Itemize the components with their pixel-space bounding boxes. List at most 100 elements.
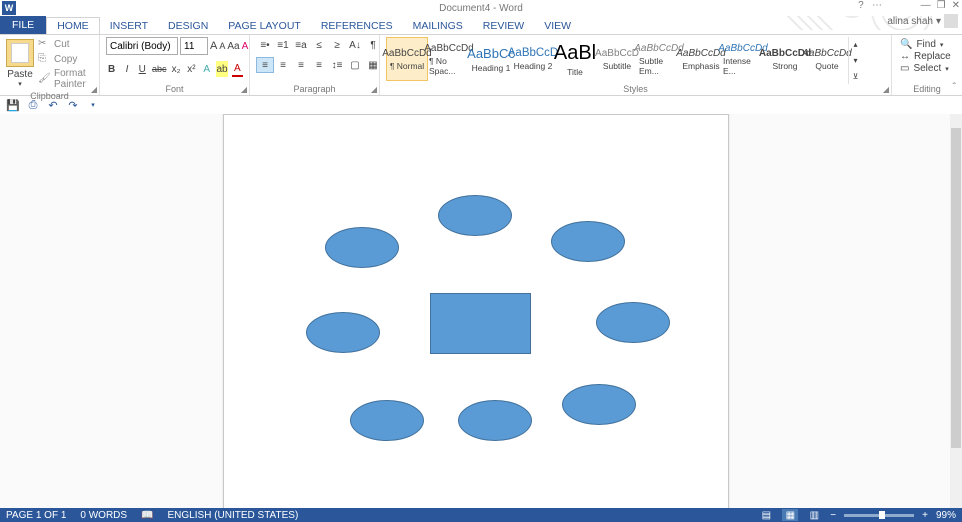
style-card-strong[interactable]: AaBbCcDdStrong — [764, 37, 806, 81]
select-dropdown-icon: ▾ — [945, 65, 949, 73]
align-center-button[interactable]: ≡ — [274, 57, 292, 73]
style-card-subtle-em---[interactable]: AaBbCcDdSubtle Em... — [638, 37, 680, 81]
web-layout-button[interactable]: ▥ — [806, 509, 822, 521]
copy-button[interactable]: ⎘Copy — [36, 52, 93, 66]
paragraph-dialog-launcher[interactable]: ◢ — [371, 85, 377, 94]
styles-dialog-launcher[interactable]: ◢ — [883, 85, 889, 94]
select-button[interactable]: ▭Select▾ — [898, 63, 951, 74]
justify-button[interactable]: ≡ — [310, 57, 328, 73]
multilevel-button[interactable]: ≡a — [292, 37, 310, 53]
styles-expand[interactable]: ⊻ — [849, 68, 862, 84]
subscript-button[interactable]: x₂ — [170, 61, 181, 77]
zoom-in-button[interactable]: + — [922, 510, 928, 521]
numbering-button[interactable]: ≡1 — [274, 37, 292, 53]
style-sample: AaBl — [554, 42, 596, 65]
spell-check-icon[interactable]: 📖 — [141, 510, 153, 521]
shape-ellipse-4[interactable] — [562, 384, 636, 425]
shape-rectangle[interactable] — [430, 293, 531, 354]
superscript-button[interactable]: x² — [186, 61, 197, 77]
style-card-heading-2[interactable]: AaBbCcDHeading 2 — [512, 37, 554, 81]
line-spacing-button[interactable]: ↕≡ — [328, 57, 346, 73]
read-mode-button[interactable]: ▤ — [758, 509, 774, 521]
zoom-out-button[interactable]: − — [830, 510, 836, 521]
shape-ellipse-6[interactable] — [350, 400, 424, 441]
grow-font-button[interactable]: A — [210, 38, 217, 54]
scrollbar-thumb[interactable] — [951, 128, 961, 448]
ribbon-display-options[interactable]: ⋯ — [872, 0, 882, 11]
user-account[interactable]: alina shah ▾ — [887, 14, 958, 28]
help-icon[interactable]: ? — [858, 0, 864, 11]
tab-view[interactable]: VIEW — [534, 18, 581, 34]
tab-file[interactable]: FILE — [0, 16, 46, 34]
shape-ellipse-7[interactable] — [306, 312, 380, 353]
group-editing: 🔍Find▾ ↔Replace ▭Select▾ Editing — [892, 35, 962, 95]
text-effects-button[interactable]: A — [201, 61, 212, 77]
quick-access-toolbar: 💾 ⎙ ↶ ↷ ▾ — [0, 96, 962, 114]
style-card-title[interactable]: AaBlTitle — [554, 37, 596, 81]
increase-indent-button[interactable]: ≥ — [328, 37, 346, 53]
styles-row-up[interactable]: ▴ — [849, 37, 862, 53]
underline-button[interactable]: U — [137, 61, 148, 77]
restore-button[interactable]: ❐ — [937, 0, 946, 11]
page[interactable] — [223, 114, 729, 508]
tab-insert[interactable]: INSERT — [100, 18, 158, 34]
shape-ellipse-5[interactable] — [458, 400, 532, 441]
clear-format-button[interactable]: A — [242, 38, 249, 54]
align-left-button[interactable]: ≡ — [256, 57, 274, 73]
format-painter-button[interactable]: 🖌Format Painter — [36, 67, 93, 91]
style-card-intense-e---[interactable]: AaBbCcDdIntense E... — [722, 37, 764, 81]
minimize-button[interactable]: — — [921, 0, 931, 11]
zoom-level[interactable]: 99% — [936, 510, 956, 521]
sort-button[interactable]: A↓ — [346, 37, 364, 53]
tab-review[interactable]: REVIEW — [473, 18, 534, 34]
style-card-quote[interactable]: AaBbCcDdQuote — [806, 37, 848, 81]
avatar — [944, 14, 958, 28]
decrease-indent-button[interactable]: ≤ — [310, 37, 328, 53]
zoom-slider[interactable] — [844, 514, 914, 517]
strike-button[interactable]: abc — [152, 61, 167, 77]
ribbon-tabs: FILE HOME INSERT DESIGN PAGE LAYOUT REFE… — [0, 16, 962, 34]
bullets-button[interactable]: ≡• — [256, 37, 274, 53]
collapse-ribbon-button[interactable]: ˆ — [953, 82, 956, 93]
tab-home[interactable]: HOME — [46, 17, 100, 34]
replace-icon: ↔ — [900, 51, 910, 62]
change-case-button[interactable]: Aa — [227, 38, 239, 54]
tab-page-layout[interactable]: PAGE LAYOUT — [218, 18, 311, 34]
italic-button[interactable]: I — [121, 61, 132, 77]
font-color-button[interactable]: A — [232, 61, 243, 77]
shape-ellipse-8[interactable] — [325, 227, 399, 268]
style-card---no-spac---[interactable]: AaBbCcDd¶ No Spac... — [428, 37, 470, 81]
font-dialog-launcher[interactable]: ◢ — [241, 85, 247, 94]
style-card-heading-1[interactable]: AaBbCcHeading 1 — [470, 37, 512, 81]
shading-button[interactable]: ▢ — [346, 57, 364, 73]
vertical-scrollbar[interactable] — [950, 114, 962, 508]
style-card-emphasis[interactable]: AaBbCcDdEmphasis — [680, 37, 722, 81]
highlight-button[interactable]: ab — [216, 61, 227, 77]
word-count[interactable]: 0 WORDS — [80, 510, 127, 521]
language-indicator[interactable]: ENGLISH (UNITED STATES) — [168, 510, 299, 521]
shape-ellipse-2[interactable] — [551, 221, 625, 262]
zoom-thumb[interactable] — [879, 511, 885, 519]
clipboard-dialog-launcher[interactable]: ◢ — [91, 85, 97, 94]
font-size-input[interactable] — [180, 37, 208, 55]
shape-ellipse-1[interactable] — [438, 195, 512, 236]
shape-ellipse-3[interactable] — [596, 302, 670, 343]
tab-mailings[interactable]: MAILINGS — [403, 18, 473, 34]
cut-button[interactable]: ✂Cut — [36, 37, 93, 51]
bold-button[interactable]: B — [106, 61, 117, 77]
style-card---normal[interactable]: AaBbCcDd¶ Normal — [386, 37, 428, 81]
replace-button[interactable]: ↔Replace — [898, 51, 953, 62]
scissors-icon: ✂ — [38, 38, 50, 50]
styles-row-down[interactable]: ▾ — [849, 53, 862, 69]
style-card-subtitle[interactable]: AaBbCcDSubtitle — [596, 37, 638, 81]
print-layout-button[interactable]: ▦ — [782, 509, 798, 521]
paste-button[interactable]: Paste ▾ — [6, 37, 34, 88]
tab-references[interactable]: REFERENCES — [311, 18, 403, 34]
page-indicator[interactable]: PAGE 1 OF 1 — [6, 510, 66, 521]
close-button[interactable]: ✕ — [952, 0, 960, 11]
align-right-button[interactable]: ≡ — [292, 57, 310, 73]
find-button[interactable]: 🔍Find▾ — [898, 39, 945, 50]
shrink-font-button[interactable]: A — [219, 38, 225, 54]
font-name-input[interactable] — [106, 37, 178, 55]
tab-design[interactable]: DESIGN — [158, 18, 218, 34]
